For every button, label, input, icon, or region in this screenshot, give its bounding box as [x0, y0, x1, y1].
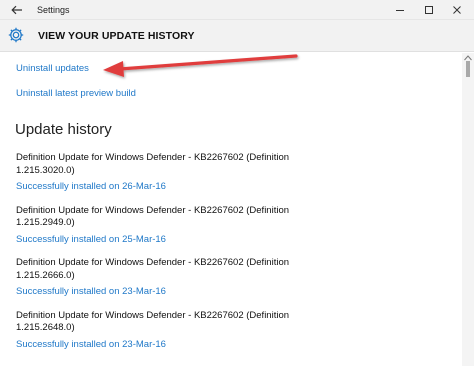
update-name-line: Definition Update for Windows Defender -…: [16, 257, 290, 268]
update-name-line: 1.215.2949.0): [16, 217, 75, 228]
title-bar: Settings: [0, 0, 474, 20]
update-name-line: 1.215.3020.0): [16, 164, 75, 176]
update-history-heading: Update history: [15, 121, 112, 138]
update-name: Definition Update for Windows Defender -…: [16, 152, 456, 177]
page-header: VIEW YOUR UPDATE HISTORY: [0, 20, 474, 52]
update-name-line: Definition Update for Windows Defender -…: [16, 152, 290, 163]
page-title: VIEW YOUR UPDATE HISTORY: [38, 30, 195, 42]
minimize-icon: [396, 10, 404, 11]
close-button[interactable]: [446, 2, 468, 18]
update-status-link[interactable]: Successfully installed on 23-Mar-16: [16, 339, 456, 352]
update-name-line: Definition Update for Windows Defender -…: [16, 309, 290, 321]
uninstall-updates-link[interactable]: Uninstall updates: [16, 63, 89, 74]
update-history-list: Definition Update for Windows Defender -…: [16, 152, 456, 362]
scrollbar-thumb[interactable]: [466, 61, 470, 77]
back-arrow-icon: [11, 5, 22, 15]
gear-icon: [8, 27, 24, 43]
update-name-line: 1.215.2666.0): [16, 269, 75, 281]
update-name: Definition Update for Windows Defender -…: [16, 310, 456, 335]
vertical-scrollbar[interactable]: [462, 53, 474, 366]
maximize-button[interactable]: [418, 2, 440, 18]
list-item: Definition Update for Windows Defender -…: [16, 152, 456, 194]
back-button[interactable]: [8, 2, 26, 18]
uninstall-preview-build-link[interactable]: Uninstall latest preview build: [16, 88, 136, 99]
update-name-line: Definition Update for Windows Defender -…: [16, 204, 290, 216]
update-name: Definition Update for Windows Defender -…: [16, 205, 456, 230]
list-item: Definition Update for Windows Defender -…: [16, 205, 456, 247]
maximize-icon: [425, 6, 433, 14]
update-status-link[interactable]: Successfully installed on 26-Mar-16: [16, 181, 456, 194]
window-title: Settings: [37, 5, 70, 15]
update-status-link[interactable]: Successfully installed on 23-Mar-16: [16, 286, 456, 299]
list-item: Definition Update for Windows Defender -…: [16, 257, 456, 299]
update-status-link[interactable]: Successfully installed on 25-Mar-16: [16, 234, 456, 247]
list-item: Definition Update for Windows Defender -…: [16, 310, 456, 352]
minimize-button[interactable]: [389, 2, 411, 18]
main-content: Uninstall updates Uninstall latest previ…: [0, 53, 462, 366]
update-name: Definition Update for Windows Defender -…: [16, 257, 456, 282]
update-name-line: 1.215.2648.0): [16, 322, 75, 333]
close-icon: [453, 6, 461, 14]
